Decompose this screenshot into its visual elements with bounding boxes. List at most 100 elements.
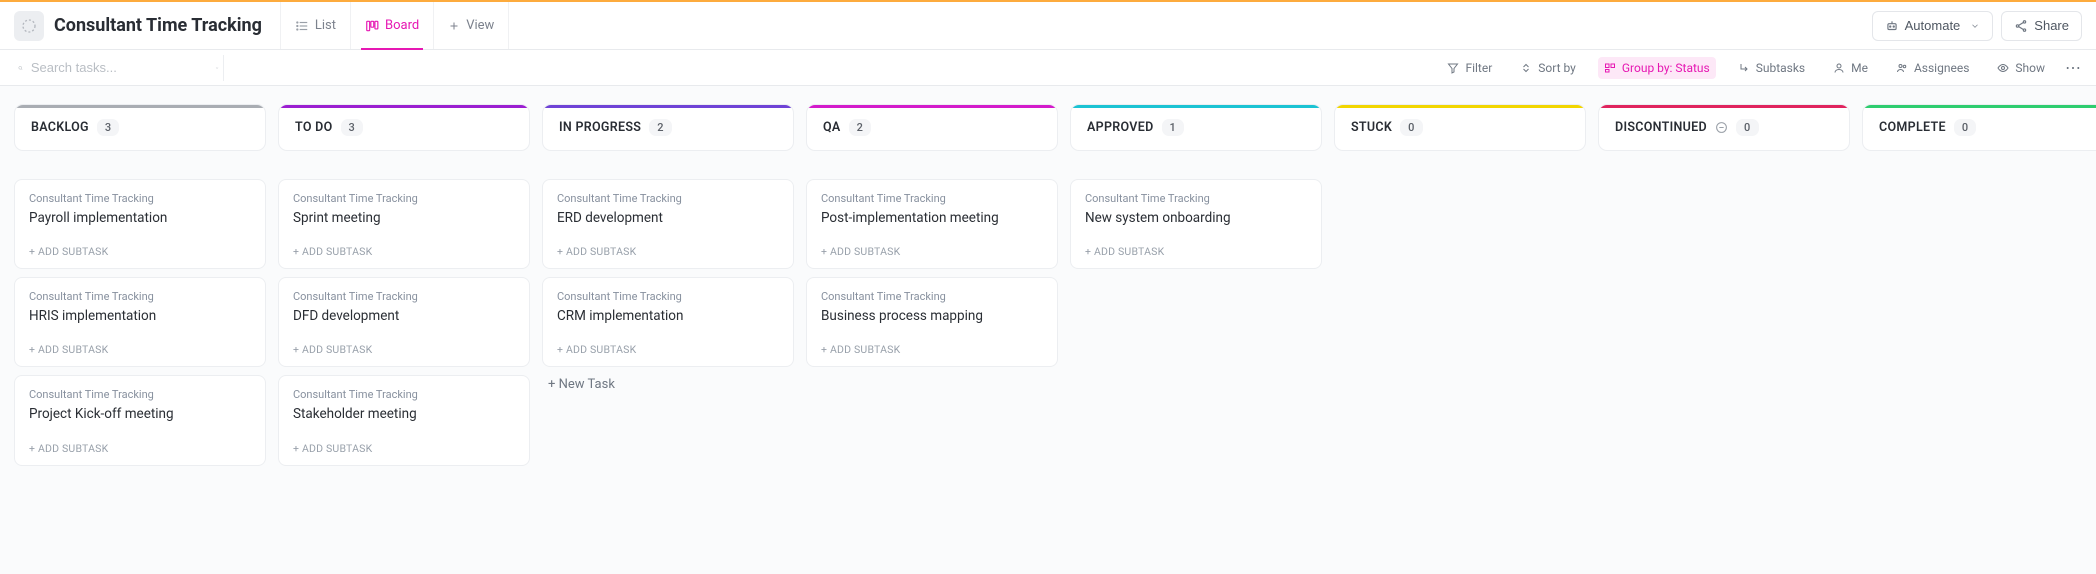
search-wrap (14, 55, 224, 81)
card-project-label: Consultant Time Tracking (557, 192, 779, 205)
column-header[interactable]: BACKLOG3 (14, 104, 266, 151)
tab-add-view[interactable]: View (433, 2, 509, 49)
sort-icon (1520, 62, 1532, 74)
task-card[interactable]: Consultant Time TrackingNew system onboa… (1070, 179, 1322, 269)
tab-board-label: Board (385, 18, 419, 33)
tab-add-label: View (466, 18, 494, 33)
column-title-row: APPROVED1 (1087, 119, 1305, 136)
subbar: Filter Sort by Group by: Status Subtasks… (0, 50, 2096, 86)
column-title-row: IN PROGRESS2 (559, 119, 777, 136)
task-card[interactable]: Consultant Time Tracking Business process… (806, 277, 1058, 367)
assignees-control[interactable]: Assignees (1890, 57, 1975, 79)
subtasks-label: Subtasks (1756, 61, 1805, 75)
column-accent (15, 105, 265, 108)
task-card[interactable]: Consultant Time TrackingPost-implementat… (806, 179, 1058, 269)
column-qa: QA2 Consultant Time TrackingPost-implemen… (806, 104, 1058, 367)
column-title: STUCK (1351, 120, 1392, 135)
more-menu[interactable]: ⋯ (2065, 58, 2082, 77)
tab-list[interactable]: List (280, 2, 350, 49)
column-stuck: STUCK0 (1334, 104, 1586, 179)
add-subtask-button[interactable]: + ADD SUBTASK (557, 343, 779, 356)
tab-board[interactable]: Board (350, 2, 433, 49)
card-title: HRIS implementation (29, 307, 251, 325)
sortby-control[interactable]: Sort by (1514, 57, 1582, 79)
column-title-row: STUCK0 (1351, 119, 1569, 136)
show-label: Show (2015, 61, 2045, 75)
board-view-icon (365, 19, 379, 33)
show-control[interactable]: Show (1991, 57, 2051, 79)
column-header[interactable]: TO DO3 (278, 104, 530, 151)
task-card[interactable]: Consultant Time TrackingSprint meeting+ … (278, 179, 530, 269)
task-card[interactable]: Consultant Time TrackingDFD development+… (278, 277, 530, 367)
cards-list: Consultant Time Tracking Sprint meeting + … (278, 179, 530, 466)
chevron-down-icon[interactable] (215, 62, 219, 74)
column-accent (1599, 105, 1849, 108)
card-project-label: Consultant Time Tracking (293, 290, 515, 303)
column-approved: APPROVED1 Consultant Time TrackingNew sys… (1070, 104, 1322, 269)
header: Consultant Time Tracking List Board View… (0, 2, 2096, 50)
task-card[interactable]: Consultant Time TrackingCRM implementati… (542, 277, 794, 367)
card-project-label: Consultant Time Tracking (293, 388, 515, 401)
column-title-row: QA2 (823, 119, 1041, 136)
card-title: CRM implementation (557, 307, 779, 325)
add-subtask-button[interactable]: + ADD SUBTASK (29, 442, 251, 455)
add-subtask-button[interactable]: + ADD SUBTASK (29, 245, 251, 258)
column-header[interactable]: APPROVED1 (1070, 104, 1322, 151)
column-header[interactable]: COMPLETE0 (1862, 104, 2096, 151)
sortby-label: Sort by (1538, 61, 1576, 75)
task-card[interactable]: Consultant Time TrackingPayroll implemen… (14, 179, 266, 269)
cards-list: Consultant Time TrackingPayroll implemen… (14, 179, 266, 466)
tab-list-label: List (315, 18, 336, 33)
card-title: Sprint meeting (293, 209, 515, 227)
column-title: APPROVED (1087, 120, 1154, 135)
person-icon (1833, 62, 1845, 74)
assignees-label: Assignees (1914, 61, 1969, 75)
automate-button[interactable]: Automate (1872, 11, 1994, 41)
add-subtask-button[interactable]: + ADD SUBTASK (29, 343, 251, 356)
eye-icon (1997, 62, 2009, 74)
column-accent (807, 105, 1057, 108)
column-header[interactable]: DISCONTINUED0 (1598, 104, 1850, 151)
group-icon (1604, 62, 1616, 74)
add-subtask-button[interactable]: + ADD SUBTASK (557, 245, 779, 258)
filter-control[interactable]: Filter (1441, 57, 1498, 79)
column-header[interactable]: IN PROGRESS2 (542, 104, 794, 151)
card-title: Business process mapping (821, 307, 1043, 325)
me-label: Me (1851, 61, 1868, 75)
column-header[interactable]: QA2 (806, 104, 1058, 151)
task-card[interactable]: Consultant Time TrackingHRIS implementat… (14, 277, 266, 367)
groupby-control[interactable]: Group by: Status (1598, 57, 1716, 79)
add-subtask-button[interactable]: + ADD SUBTASK (821, 343, 1043, 356)
board: BACKLOG3 Consultant Time TrackingPayroll … (0, 86, 2096, 484)
card-project-label: Consultant Time Tracking (1085, 192, 1307, 205)
add-subtask-button[interactable]: + ADD SUBTASK (1085, 245, 1307, 258)
add-subtask-button[interactable]: + ADD SUBTASK (293, 343, 515, 356)
task-card[interactable]: Consultant Time Tracking Stakeholder meet… (278, 375, 530, 465)
card-project-label: Consultant Time Tracking (821, 192, 1043, 205)
add-subtask-button[interactable]: + ADD SUBTASK (293, 442, 515, 455)
add-subtask-button[interactable]: + ADD SUBTASK (293, 245, 515, 258)
column-header[interactable]: STUCK0 (1334, 104, 1586, 151)
me-control[interactable]: Me (1827, 57, 1874, 79)
column-count: 2 (849, 119, 872, 136)
column-count: 0 (1954, 119, 1977, 136)
column-accent (1863, 105, 2096, 108)
column-title-row: COMPLETE0 (1879, 119, 2096, 136)
new-task-button[interactable]: + New Task (542, 367, 794, 402)
card-title: Stakeholder meeting (293, 405, 515, 423)
share-button[interactable]: Share (2001, 11, 2082, 41)
plus-icon (448, 20, 460, 32)
list-icon-box (14, 11, 44, 41)
task-card[interactable]: Consultant Time TrackingProject Kick-off… (14, 375, 266, 465)
card-project-label: Consultant Time Tracking (821, 290, 1043, 303)
card-title: ERD development (557, 209, 779, 227)
filter-label: Filter (1465, 61, 1492, 75)
search-input[interactable] (31, 60, 207, 75)
column-to-do: TO DO3 Consultant Time Tracking Sprint mee… (278, 104, 530, 466)
column-accent (1335, 105, 1585, 108)
add-subtask-button[interactable]: + ADD SUBTASK (821, 245, 1043, 258)
task-card[interactable]: Consultant Time Tracking ERD development +… (542, 179, 794, 269)
column-count: 3 (97, 119, 120, 136)
subtasks-control[interactable]: Subtasks (1732, 57, 1811, 79)
card-project-label: Consultant Time Tracking (29, 388, 251, 401)
